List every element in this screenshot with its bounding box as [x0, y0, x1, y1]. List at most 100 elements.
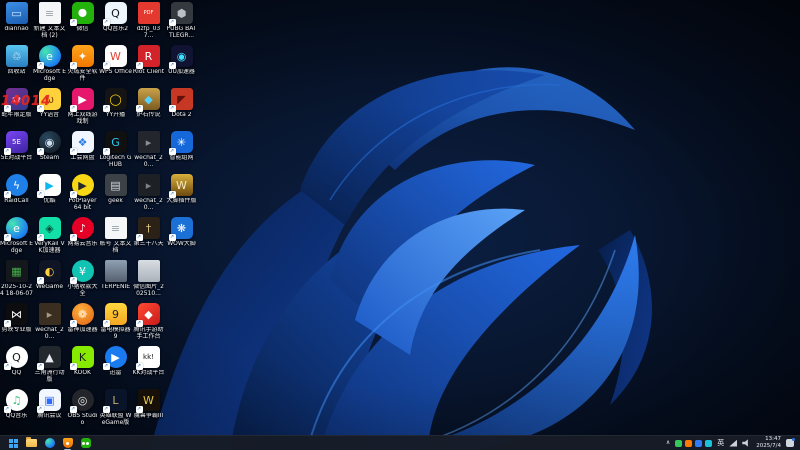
desktop-icon[interactable]: ▸ wechat_20...	[33, 303, 66, 345]
shortcut-arrow-badge: ↗	[3, 320, 11, 327]
desktop-icon[interactable]: L ↗ 英雄联盟 WeGame版	[99, 389, 132, 431]
tray-app-teal-icon[interactable]	[705, 439, 713, 447]
desktop-icon[interactable]: R ↗ Riot Client	[132, 45, 165, 87]
icon-glyph: Q	[111, 6, 120, 20]
desktop-icon[interactable]: ✳ ↗ 智能组网	[165, 131, 198, 173]
desktop-icon[interactable]: ◎ ↗ OBS Studio	[66, 389, 99, 431]
desktop-icon[interactable]: ⬢ ↗ PUBG BATTLEGR...	[165, 2, 198, 44]
desktop-icon[interactable]: e ↗ Microsoft Edge	[0, 217, 33, 259]
shortcut-arrow-badge: ↗	[69, 191, 77, 198]
taskbar-pinned-apps	[0, 437, 91, 450]
desktop-icon[interactable]: ♪ ↗ 网易云音乐	[66, 217, 99, 259]
shortcut-arrow-badge: ↗	[36, 148, 44, 155]
start-button[interactable]	[8, 438, 19, 449]
desktop-icon[interactable]: ❖ ↗ 工会网盘	[66, 131, 99, 173]
desktop-icon[interactable]: ❋ ↗ WOW大脚	[165, 217, 198, 259]
desktop-icon[interactable]: ◐ ↗ WeGame	[33, 260, 66, 302]
shortcut-arrow-badge: ↗	[69, 105, 77, 112]
icon-glyph: ✳	[176, 135, 187, 149]
desktop-icon[interactable]: ▶ ↗ 优酷	[33, 174, 66, 216]
tray-app-green-icon[interactable]	[675, 439, 683, 447]
lol-wegame-icon: L ↗	[102, 389, 127, 413]
desktop-icon[interactable]: ▶ ↗ 迅雷	[99, 346, 132, 388]
icon-label: 雷神加速器	[67, 327, 98, 333]
shortcut-arrow-badge: ↗	[3, 363, 11, 370]
desktop-icon[interactable]: ▭ diannao	[0, 2, 33, 44]
ghub-icon: G ↗	[102, 131, 127, 155]
icon-label: 账号 文本文档	[99, 241, 132, 254]
recycle-bin-icon: ♲	[5, 45, 28, 67]
icon-glyph: 5E	[12, 137, 21, 146]
desktop-icon[interactable]: PDF dzfp_037...	[132, 2, 165, 44]
tray-app-blue-icon[interactable]	[695, 439, 703, 447]
huorong-button[interactable]	[62, 438, 73, 450]
desktop-icon[interactable]: ◈ ↗ VeryKail VK加速器	[33, 217, 66, 259]
desktop-icon[interactable]: ▸ wechat_20...	[132, 174, 165, 216]
text-file-icon: ≡	[38, 2, 61, 24]
taskbar-clock[interactable]: 13:47 2025/7/4	[756, 436, 781, 449]
desktop-icon[interactable]: ◤ ↗ Dota 2	[165, 88, 198, 130]
wechat-button[interactable]	[80, 438, 91, 449]
volume-icon[interactable]	[742, 439, 748, 447]
icon-glyph: ◎	[77, 393, 88, 407]
desktop-icon[interactable]: 微信图片_202510...	[132, 260, 165, 302]
icon-label: 三角洲行动版	[34, 370, 65, 383]
icon-glyph: ◉	[44, 135, 55, 149]
icon-label: YY语音	[39, 112, 60, 118]
icon-label: KK对战平台	[132, 370, 165, 376]
desktop-icon[interactable]: e ↗ Microsoft Edge	[33, 45, 66, 87]
desktop-icon[interactable]: ▣ ↗ 腾讯会议	[33, 389, 66, 431]
desktop-icon[interactable]: ◯ ↗ YY开播	[99, 88, 132, 130]
edge-button[interactable]	[44, 438, 55, 449]
desktop-icon[interactable]: ◉ ↗ Steam	[33, 131, 66, 173]
desktop-icon[interactable]: ▶ ↗ 网上双线游戏制	[66, 88, 99, 130]
desktop-icon[interactable]: G ↗ Logitech G HUB	[99, 131, 132, 173]
icon-label: Riot Client	[132, 69, 165, 75]
desktop-icon[interactable]: W ↗ WPS Office	[99, 45, 132, 87]
desktop-icon[interactable]: ▤ geek	[99, 174, 132, 216]
desktop-icon[interactable]: Q ↗ QQ音乐2	[99, 2, 132, 44]
icon-label: 网上双线游戏制	[67, 112, 98, 125]
desktop-icon[interactable]: ❁ ↗ 雷神加速器	[66, 303, 99, 345]
desktop-icon[interactable]: ▶ ↗ PotPlayer 64 bit	[66, 174, 99, 216]
desktop-icon[interactable]: ⬤ ↗ 微信	[66, 2, 99, 44]
desktop-icon[interactable]: kk! ↗ KK对战平台	[132, 346, 165, 388]
video-file-icon: ▸	[38, 303, 61, 325]
tray-chevron-up-icon[interactable]: ∧	[666, 440, 670, 446]
shortcut-arrow-badge: ↗	[168, 105, 176, 112]
desktop-icon[interactable]: Q ↗ QQ	[0, 346, 33, 388]
desktop-icon[interactable]: W ↗ 大脚插件版	[165, 174, 198, 216]
desktop-icon[interactable]: W ↗ 魔兽争霸III	[132, 389, 165, 431]
desktop-icon[interactable]: ♲ 回收站	[0, 45, 33, 87]
shortcut-arrow-badge: ↗	[69, 320, 77, 327]
edge-icon: e ↗	[3, 217, 28, 241]
desktop-icon[interactable]: ▲ ↗ 三角洲行动版	[33, 346, 66, 388]
desktop-icon[interactable]: 9 ↗ 雷电模拟器9	[99, 303, 132, 345]
desktop-icon[interactable]: ♫ ↗ QQ音乐	[0, 389, 33, 431]
tray-app-orange-icon[interactable]	[685, 439, 693, 447]
desktop-icon[interactable]: ▦ 2025-10-24 18-06-07	[0, 260, 33, 302]
desktop-icon[interactable]: ≡ 账号 文本文档	[99, 217, 132, 259]
desktop-icon[interactable]: ϟ ↗ RaidCall	[0, 174, 33, 216]
icon-label: Steam	[39, 155, 60, 161]
desktop-icon[interactable]: ✦ ↗ 火绒安全软件	[66, 45, 99, 87]
desktop-icon[interactable]: ▸ wechat_20...	[132, 131, 165, 173]
desktop-icon[interactable]: ¥ ↗ 小猪收款大全	[66, 260, 99, 302]
desktop-icon[interactable]: ◆ ↗ 腾讯手游助手工作台	[132, 303, 165, 345]
yy-live-icon: ◯ ↗	[102, 88, 127, 112]
desktop-icon[interactable]: ◆ ↗ 炉石传说	[132, 88, 165, 130]
icon-glyph: ⬢	[176, 6, 187, 20]
network-icon[interactable]	[729, 439, 738, 447]
notification-bell-icon[interactable]	[786, 438, 795, 447]
file-explorer-button[interactable]	[26, 437, 37, 449]
desktop-icon[interactable]: 5E ↗ 5E对战平台	[0, 131, 33, 173]
desktop-icon[interactable]: ≡ 新建 文本文档 (2)	[33, 2, 66, 44]
desktop-icon[interactable]: ◉ ↗ UU加速器	[165, 45, 198, 87]
ime-indicator[interactable]: 英	[717, 439, 724, 447]
desktop-icon[interactable]: K ↗ KOOK	[66, 346, 99, 388]
desktop-icon[interactable]: † ↗ 第三十八天	[132, 217, 165, 259]
icon-label: Logitech G HUB	[99, 155, 132, 168]
potplayer-icon: ▶ ↗	[69, 174, 94, 198]
desktop-icon[interactable]: TERPENIE	[99, 260, 132, 302]
desktop-icon[interactable]: ⋈ ↗ 剪映专业版	[0, 303, 33, 345]
